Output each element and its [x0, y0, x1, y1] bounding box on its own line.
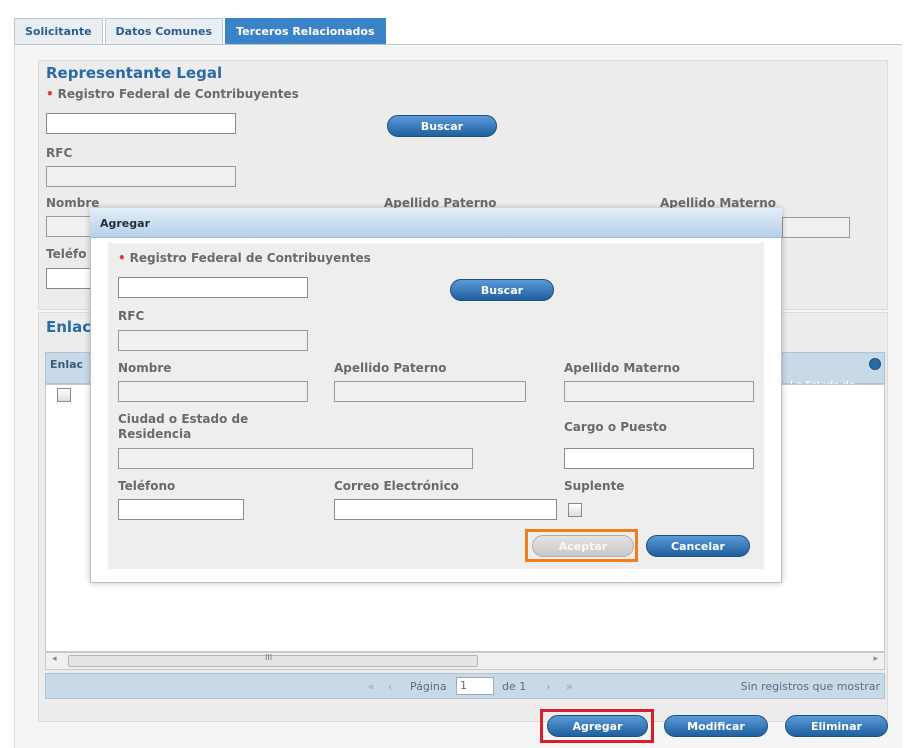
dialog-cargo-input[interactable] [564, 448, 754, 469]
aceptar-highlight [525, 529, 638, 562]
eliminar-button[interactable]: Eliminar [785, 715, 888, 737]
dialog-nombre-label: Nombre [118, 361, 172, 375]
agregar-highlight [540, 709, 654, 743]
scroll-left-icon[interactable]: ◂ [52, 654, 57, 664]
dialog-titlebar[interactable] [90, 208, 782, 238]
rfc-search-input[interactable] [46, 113, 236, 134]
dialog-residencia-label: Residencia [118, 427, 192, 441]
scroll-right-icon[interactable]: ▸ [873, 654, 878, 664]
next-page-icon[interactable]: › [546, 680, 550, 693]
page-number-input[interactable]: 1 [456, 677, 494, 695]
dialog-rfc-field [118, 330, 308, 351]
rfc-required-label: • Registro Federal de Contribuyentes [46, 87, 299, 101]
horizontal-scrollbar[interactable]: ◂ III ▸ [45, 652, 885, 670]
dialog-suplente-checkbox[interactable] [568, 503, 582, 517]
pager-of-label: de 1 [502, 680, 527, 693]
dialog-apellido-paterno-label: Apellido Paterno [334, 361, 447, 375]
add-circle-icon[interactable] [869, 358, 881, 370]
grid-pager: « ‹ Página 1 de 1 › » Sin registros que … [45, 673, 885, 699]
dialog-nombre-field [118, 381, 308, 402]
dialog-telefono-label: Teléfono [118, 479, 176, 493]
dialog-ciudad-field [118, 448, 473, 469]
rfc-required-text: Registro Federal de Contribuyentes [57, 87, 299, 101]
dialog-title: Agregar [100, 217, 150, 230]
dialog-cancelar-button[interactable]: Cancelar [646, 535, 750, 557]
dialog-rfc-required-label: • Registro Federal de Contribuyentes [118, 251, 371, 265]
enlace-title: Enlac [46, 318, 92, 336]
dialog-correo-label: Correo Electrónico [334, 479, 459, 493]
telefono-label: Teléfo [46, 247, 87, 261]
dialog-apellido-materno-label: Apellido Materno [564, 361, 680, 375]
grip-icon: III [265, 653, 273, 662]
dialog-rfc-required-text: Registro Federal de Contribuyentes [129, 251, 371, 265]
representante-legal-title: Representante Legal [46, 64, 223, 82]
rfc-field [46, 166, 236, 187]
dialog-apellido-paterno-field [334, 381, 526, 402]
dialog-telefono-input[interactable] [118, 499, 244, 520]
dialog-buscar-button[interactable]: Buscar [450, 279, 554, 301]
select-all-checkbox[interactable] [57, 388, 71, 402]
prev-page-icon[interactable]: ‹ [388, 680, 392, 693]
dialog-ciudad-label: Ciudad o Estado de [118, 412, 249, 426]
empty-records-text: Sin registros que mostrar [740, 680, 880, 693]
buscar-button[interactable]: Buscar [387, 115, 497, 137]
apellido-materno-field [782, 217, 850, 238]
required-marker: • [46, 87, 54, 101]
grid-col-enlace: Enlac [50, 358, 84, 371]
dialog-rfc-label: RFC [118, 309, 145, 323]
dialog-apellido-materno-field [564, 381, 754, 402]
last-page-icon[interactable]: » [566, 680, 573, 693]
modificar-button[interactable]: Modificar [664, 715, 768, 737]
pager-label: Página [410, 680, 447, 693]
dialog-correo-input[interactable] [334, 499, 557, 520]
scroll-thumb[interactable]: III [68, 653, 478, 667]
dialog-suplente-label: Suplente [564, 479, 625, 493]
first-page-icon[interactable]: « [368, 680, 375, 693]
tab-datos-comunes[interactable]: Datos Comunes [104, 18, 224, 45]
rfc-label: RFC [46, 146, 73, 160]
tab-terceros-relacionados[interactable]: Terceros Relacionados [225, 18, 386, 45]
tab-solicitante[interactable]: Solicitante [14, 18, 103, 45]
dialog-rfc-search-input[interactable] [118, 277, 308, 298]
tab-bar: Solicitante Datos Comunes Terceros Relac… [14, 18, 388, 45]
dialog-cargo-label: Cargo o Puesto [564, 420, 667, 434]
required-marker: • [118, 251, 126, 265]
